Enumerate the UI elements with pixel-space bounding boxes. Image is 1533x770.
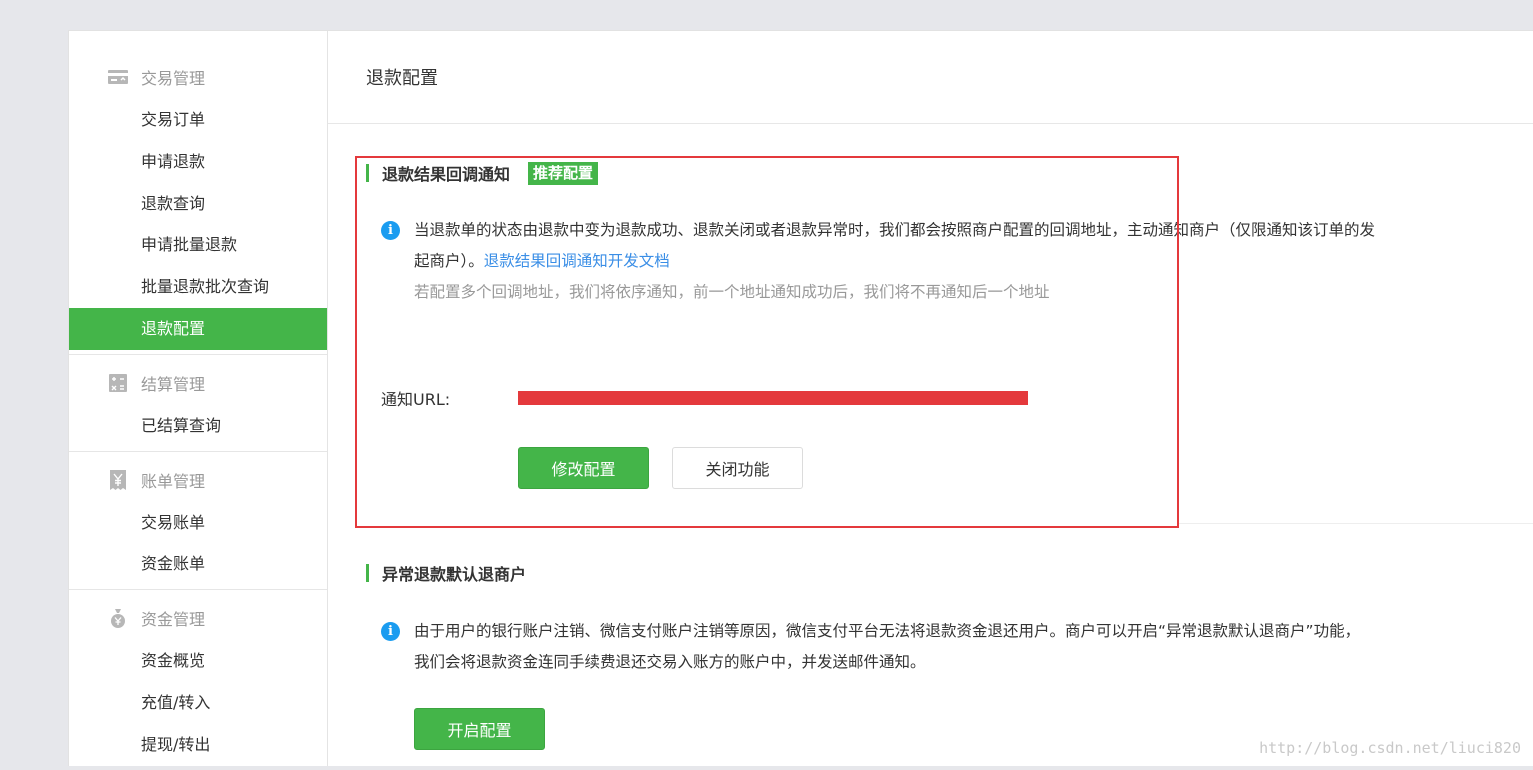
sidebar-item-batch-refund-query[interactable]: 批量退款批次查询 — [69, 266, 327, 308]
sidebar-item-settled-query[interactable]: 已结算查询 — [69, 405, 327, 447]
sidebar-group-title: 结算管理 — [141, 374, 206, 394]
info-text: 由于用户的银行账户注销、微信支付账户注销等原因，微信支付平台无法将退款资金退还用… — [414, 616, 1360, 678]
sidebar-group-header: 结算管理 — [69, 361, 327, 405]
card-icon — [107, 66, 129, 88]
info-row: i 由于用户的银行账户注销、微信支付账户注销等原因，微信支付平台无法将退款资金退… — [381, 616, 1531, 678]
annotation-highlight-box — [355, 156, 1179, 528]
section-title: 异常退款默认退商户 — [366, 561, 1506, 585]
sidebar-item-refund-config[interactable]: 退款配置 — [69, 307, 327, 350]
abnormal-refund-title: 异常退款默认退商户 — [382, 565, 527, 584]
enable-config-button[interactable]: 开启配置 — [414, 708, 545, 750]
section-accent-bar — [366, 564, 369, 582]
sidebar-item-batch-refund[interactable]: 申请批量退款 — [69, 224, 327, 266]
sidebar-item-trade-orders[interactable]: 交易订单 — [69, 99, 327, 141]
sidebar-group-header: 交易管理 — [69, 55, 327, 99]
sidebar: 交易管理 交易订单 申请退款 退款查询 申请批量退款 批量退款批次查询 退款配置… — [69, 31, 328, 766]
section-divider — [1178, 523, 1533, 524]
sidebar-item-refund-query[interactable]: 退款查询 — [69, 183, 327, 225]
sidebar-item-fund-overview[interactable]: 资金概览 — [69, 640, 327, 682]
sidebar-group-title: 资金管理 — [141, 610, 206, 630]
abnormal-refund-info: i 由于用户的银行账户注销、微信支付账户注销等原因，微信支付平台无法将退款资金退… — [381, 616, 1531, 678]
info-icon: i — [381, 622, 400, 641]
abnormal-refund-desc-line1: 由于用户的银行账户注销、微信支付账户注销等原因，微信支付平台无法将退款资金退还用… — [414, 622, 1361, 640]
sidebar-item-apply-refund[interactable]: 申请退款 — [69, 141, 327, 183]
page-title: 退款配置 — [328, 31, 1533, 124]
yen-bill-icon — [107, 469, 129, 491]
sidebar-group-trade: 交易管理 交易订单 申请退款 退款查询 申请批量退款 批量退款批次查询 退款配置 — [69, 31, 327, 355]
sidebar-group-title: 账单管理 — [141, 471, 206, 491]
calculator-icon — [107, 372, 129, 394]
sidebar-group-header: 资金管理 — [69, 596, 327, 640]
abnormal-refund-desc-line2: 我们会将退款资金连同手续费退还交易入账方的账户中，并发送邮件通知。 — [414, 653, 926, 671]
sidebar-item-trade-bill[interactable]: 交易账单 — [69, 502, 327, 544]
sidebar-item-fund-bill[interactable]: 资金账单 — [69, 543, 327, 585]
abnormal-refund-section: 异常退款默认退商户 — [366, 561, 1506, 585]
sidebar-item-recharge[interactable]: 充值/转入 — [69, 682, 327, 724]
sidebar-item-withdraw[interactable]: 提现/转出 — [69, 724, 327, 766]
sidebar-group-header: 账单管理 — [69, 458, 327, 502]
sidebar-group-title: 交易管理 — [141, 69, 206, 88]
watermark-text: http://blog.csdn.net/liuci820 — [1259, 739, 1521, 757]
money-bag-icon — [107, 607, 129, 629]
sidebar-group-funds: 资金管理 资金概览 充值/转入 提现/转出 — [69, 590, 327, 769]
sidebar-group-settlement: 结算管理 已结算查询 — [69, 355, 327, 452]
sidebar-group-bills: 账单管理 交易账单 资金账单 — [69, 452, 327, 591]
